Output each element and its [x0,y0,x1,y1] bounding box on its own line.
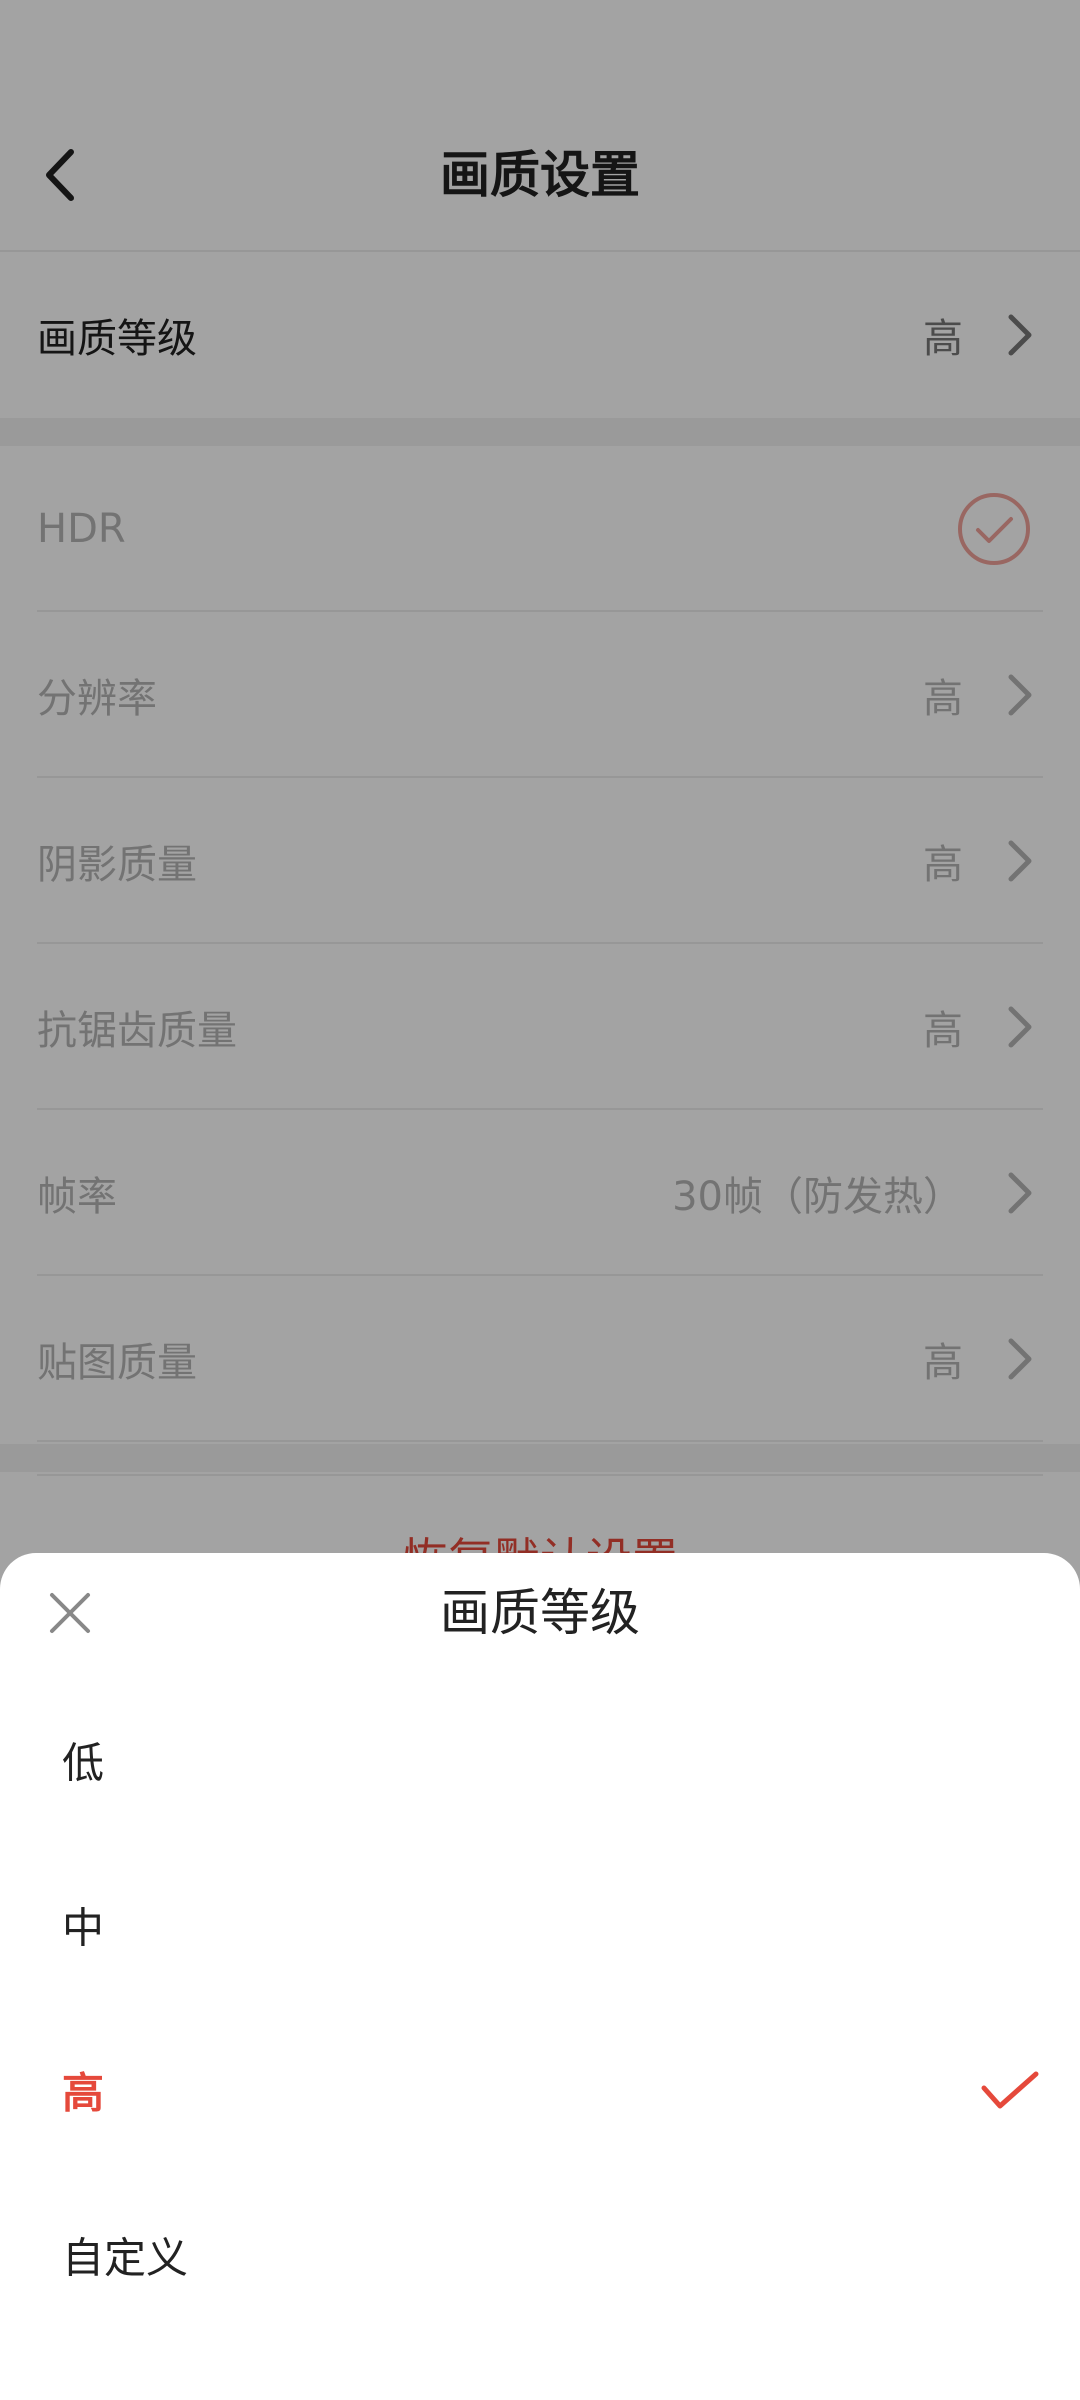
option-label: 高 [62,2068,105,2118]
sheet-title: 画质等级 [440,1584,640,1642]
checkmark-icon [981,2071,1039,2109]
option-medium[interactable]: 中 [0,1850,1080,2000]
quality-level-sheet: 画质等级 低 中 高 自定义 [0,1553,1080,2400]
option-high[interactable]: 高 [0,2015,1080,2165]
option-label: 中 [62,1903,105,1953]
option-low[interactable]: 低 [0,1685,1080,1835]
option-label: 自定义 [62,2233,189,2283]
option-custom[interactable]: 自定义 [0,2180,1080,2330]
option-label: 低 [62,1738,105,1788]
